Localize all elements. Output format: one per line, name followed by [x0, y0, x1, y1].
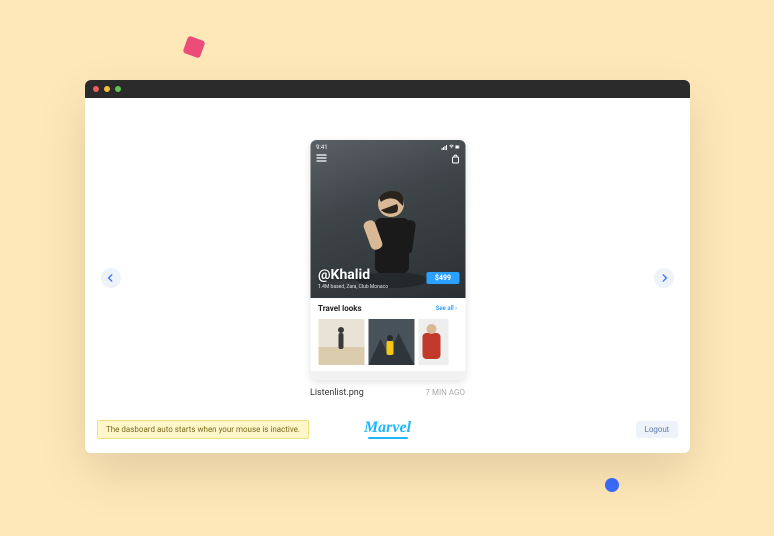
chevron-right-icon: [660, 274, 668, 282]
profile-meta: 1.4M based, Zara, Club Monaco: [318, 284, 388, 290]
thumbnail[interactable]: [418, 319, 448, 365]
timestamp-label: 7 MIN AGO: [426, 388, 465, 398]
phone-mockup[interactable]: 9:41: [310, 140, 465, 380]
chevron-left-icon: [107, 274, 115, 282]
see-all-link[interactable]: See all ›: [436, 305, 457, 312]
price-badge: $499: [427, 272, 459, 284]
status-time: 9:41: [316, 144, 328, 152]
hero-image: 9:41: [310, 140, 465, 298]
status-icons: [441, 144, 459, 152]
browser-content: 9:41: [85, 98, 690, 453]
preview-card: 9:41: [310, 140, 465, 398]
brand-underline: [368, 437, 408, 439]
profile-handle: @Khalid: [318, 267, 388, 283]
thumbnail[interactable]: [318, 319, 364, 365]
brand-logo: Marvel: [364, 419, 411, 437]
section-title: Travel looks: [318, 304, 362, 313]
prev-button[interactable]: [101, 268, 121, 288]
minimize-icon[interactable]: [104, 86, 110, 92]
bag-icon[interactable]: [451, 154, 459, 164]
decoration-shape: [182, 35, 205, 58]
decoration-shape: [605, 478, 619, 492]
filename-label: Listenlist.png: [310, 388, 364, 398]
logout-button[interactable]: Logout: [636, 421, 678, 438]
close-icon[interactable]: [93, 86, 99, 92]
browser-window: 9:41: [85, 80, 690, 453]
next-button[interactable]: [654, 268, 674, 288]
menu-icon[interactable]: [316, 154, 326, 162]
section-travel-looks: Travel looks See all ›: [310, 298, 465, 371]
info-toast: The dasboard auto starts when your mouse…: [97, 420, 309, 439]
status-bar: 9:41: [316, 144, 459, 152]
thumbnail[interactable]: [368, 319, 414, 365]
thumbnail-row: [318, 319, 457, 365]
maximize-icon[interactable]: [115, 86, 121, 92]
window-titlebar: [85, 80, 690, 98]
